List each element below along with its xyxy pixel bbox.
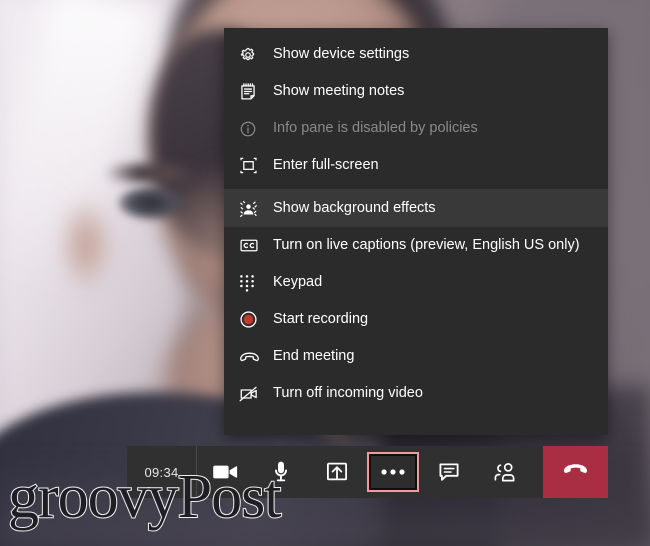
end-call-icon <box>239 346 265 368</box>
menu-item-info-pane-disabled: Info pane is disabled by policies <box>224 110 608 147</box>
background-effects-icon <box>239 198 265 220</box>
people-icon <box>493 462 517 483</box>
menu-item-start-recording[interactable]: Start recording <box>224 301 608 338</box>
participant-eye <box>118 186 184 220</box>
menu-item-show-device-settings[interactable]: Show device settings <box>224 36 608 73</box>
keypad-icon <box>239 272 265 294</box>
menu-item-label: Show background effects <box>273 200 436 217</box>
groovypost-watermark: groovyPost <box>7 463 282 531</box>
info-icon <box>239 118 265 140</box>
menu-item-turn-off-incoming-video[interactable]: Turn off incoming video <box>224 375 608 412</box>
share-screen-icon <box>326 461 348 483</box>
menu-item-label: Start recording <box>273 311 369 328</box>
record-icon <box>239 309 265 331</box>
menu-item-label: Keypad <box>273 274 323 291</box>
menu-item-enter-full-screen[interactable]: Enter full-screen <box>224 147 608 184</box>
menu-item-label: Turn off incoming video <box>273 385 423 402</box>
menu-item-show-meeting-notes[interactable]: Show meeting notes <box>224 73 608 110</box>
menu-item-label: Enter full-screen <box>273 157 379 174</box>
hang-up-button[interactable] <box>543 446 608 498</box>
chat-button[interactable] <box>421 446 477 498</box>
chat-icon <box>438 462 460 482</box>
video-off-icon <box>239 383 265 405</box>
menu-item-end-meeting[interactable]: End meeting <box>224 338 608 375</box>
menu-item-show-background-effects[interactable]: Show background effects <box>224 190 608 227</box>
menu-item-label: Info pane is disabled by policies <box>273 120 478 137</box>
more-options-context-menu[interactable]: Show device settings Show meeting notes … <box>224 28 608 435</box>
hangup-icon <box>562 463 590 482</box>
closed-captions-icon <box>239 235 265 257</box>
more-options-button[interactable] <box>367 452 419 492</box>
menu-item-label: End meeting <box>273 348 355 365</box>
menu-item-keypad[interactable]: Keypad <box>224 264 608 301</box>
gear-icon <box>239 44 265 66</box>
menu-item-turn-on-live-captions[interactable]: Turn on live captions (preview, English … <box>224 227 608 264</box>
menu-item-label: Show device settings <box>273 46 410 63</box>
menu-item-label: Show meeting notes <box>273 83 405 100</box>
share-screen-button[interactable] <box>309 446 365 498</box>
participant-eyebrow <box>104 164 200 182</box>
menu-item-label: Turn on live captions (preview, English … <box>273 237 580 254</box>
participants-button[interactable] <box>477 446 533 498</box>
fullscreen-icon <box>239 155 265 177</box>
more-options-icon <box>380 463 406 481</box>
participant-ear <box>60 200 112 290</box>
notepad-icon <box>239 81 265 103</box>
